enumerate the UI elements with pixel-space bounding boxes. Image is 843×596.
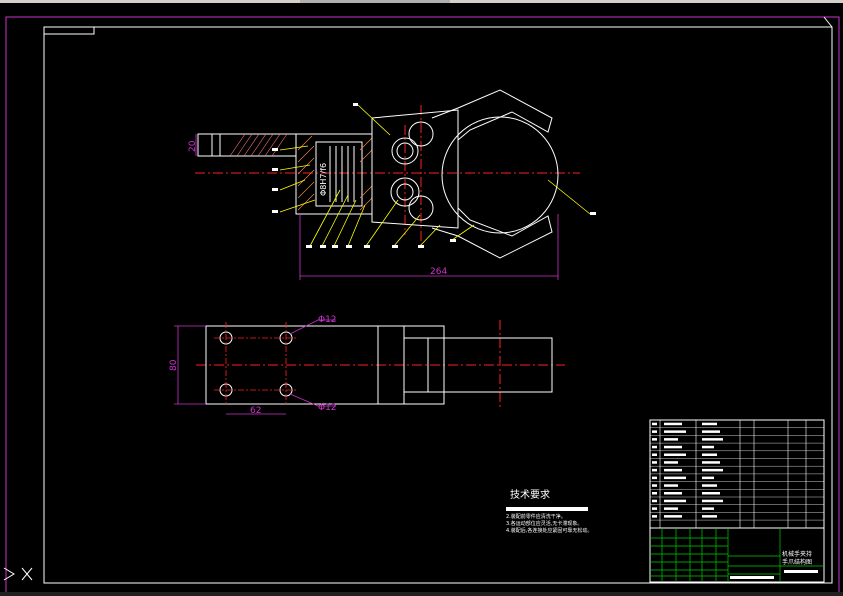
drawing-name-2: 手爪结构图 — [782, 558, 812, 566]
bom-cell-mark — [702, 438, 723, 441]
mount-hole-centerlines — [214, 322, 298, 406]
bom-cell-mark — [702, 492, 720, 495]
bom-cell-mark — [664, 438, 678, 441]
dim-phi12-bottom-label: Φ12 — [318, 403, 337, 413]
frame-corner-top-right — [823, 16, 833, 28]
bom-cell-mark — [664, 453, 686, 456]
bom-cell-mark — [702, 422, 717, 426]
cad-drawing-canvas[interactable]: Φ8H7/f6 20 264 80 62 Φ12 Φ12 技术要求 2.装配前零… — [0, 0, 843, 596]
bom-cell-mark — [652, 476, 657, 480]
notes-title: 技术要求 — [510, 488, 550, 501]
bom-cell-mark — [664, 492, 682, 495]
bom-cell-mark — [702, 468, 723, 472]
dim-80-label: 80 — [169, 359, 179, 371]
bom-cell-mark — [702, 461, 720, 464]
mount-holes — [219, 331, 293, 397]
technical-notes: 技术要求 2.装配前零件应清洗干净。 3.各运动部位应灵活,无卡滞现象。 4.装… — [506, 488, 592, 534]
bom-cell-mark — [664, 430, 686, 433]
dim-phi12-top-label: Φ12 — [318, 315, 337, 325]
bom-cell-mark — [664, 468, 682, 472]
top-view: Φ8H7/f6 20 264 — [188, 89, 596, 280]
bom-cell-mark — [702, 499, 723, 503]
bom-cell-mark — [652, 422, 657, 426]
dim-264-label: 264 — [430, 267, 447, 277]
bom-cell-mark — [652, 445, 657, 449]
bom-cell-mark — [702, 445, 714, 449]
bom-cell-mark — [652, 492, 657, 495]
bom-cell-mark — [664, 507, 678, 510]
ucs-icon — [3, 567, 33, 581]
bom-cell-mark — [652, 484, 657, 487]
dim-20-label: 20 — [188, 140, 198, 152]
bom-cell-mark — [652, 507, 657, 510]
workpiece-circle — [441, 116, 559, 234]
frame-tab-top-left — [43, 26, 95, 35]
bom-cell-mark — [702, 476, 714, 480]
dim-62-label: 62 — [250, 406, 261, 416]
bom-cell-mark — [664, 445, 682, 449]
bom-cell-mark — [664, 499, 686, 503]
lower-jaw — [431, 207, 553, 259]
bottom-status-strip — [0, 592, 843, 596]
bom-cell-mark — [664, 461, 678, 464]
notes-line-3: 3.各运动部位应灵活,无卡滞现象。 — [506, 520, 582, 527]
spring-coils — [329, 146, 355, 202]
title-block-bar-2 — [784, 570, 818, 573]
bom-cell-mark — [652, 461, 657, 464]
notes-line-2: 2.装配前零件应清洗干净。 — [506, 513, 566, 520]
bom-cell-mark — [664, 484, 678, 487]
bom-cell-mark — [702, 484, 717, 487]
drawing-name-1: 机械手夹持 — [782, 550, 812, 558]
rod-hatch — [229, 133, 288, 157]
notes-line-4: 4.装配后,各连接处应紧固可靠无松动。 — [506, 527, 592, 534]
upper-jaw — [431, 89, 553, 141]
bom-cell-mark — [664, 422, 682, 426]
bom-cell-mark — [652, 499, 657, 503]
bom-cell-mark — [702, 507, 714, 510]
title-block-bar-1 — [730, 576, 774, 579]
notes-line-1-bar — [506, 507, 588, 511]
rod-end-cap — [197, 133, 221, 157]
parts-list — [649, 419, 825, 529]
window-top-tab — [300, 0, 450, 3]
bom-cell-mark — [652, 468, 657, 472]
outer-frame — [5, 16, 840, 595]
front-view: 80 62 Φ12 Φ12 — [169, 315, 565, 416]
bom-cell-mark — [702, 453, 717, 456]
bom-cell-mark — [652, 515, 657, 518]
fit-label: Φ8H7/f6 — [319, 163, 328, 196]
title-block: 机械手夹持 手爪结构图 — [649, 527, 825, 583]
bom-cell-mark — [652, 438, 657, 441]
bom-cell-mark — [702, 515, 717, 518]
bom-cell-mark — [664, 476, 686, 480]
bom-cell-mark — [652, 453, 657, 456]
inner-frame — [43, 26, 833, 584]
gripper-housing — [371, 109, 459, 229]
bom-cell-mark — [702, 430, 720, 433]
bom-cell-mark — [652, 430, 657, 433]
bom-cell-mark — [664, 515, 682, 518]
